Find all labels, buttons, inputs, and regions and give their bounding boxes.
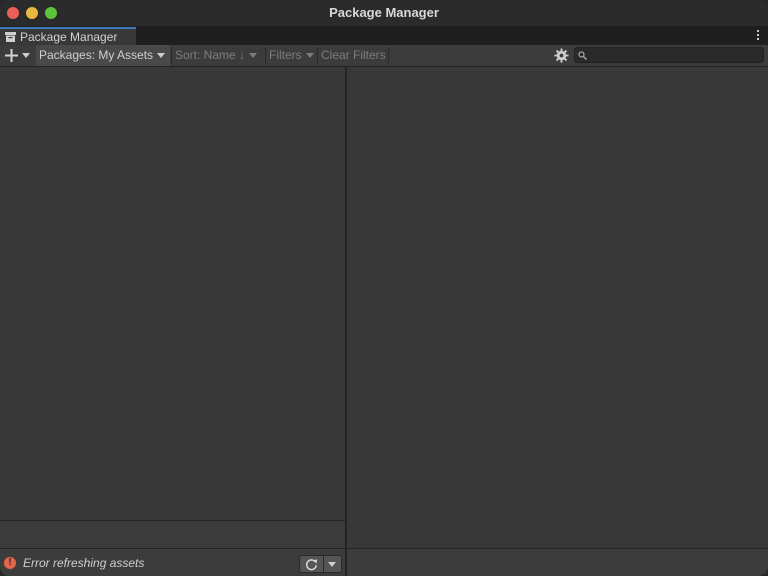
tab-label: Package Manager [20, 30, 118, 44]
filters-label: Filters [269, 48, 302, 62]
sort-label: Sort: Name ↓ [175, 48, 246, 62]
sort-dropdown[interactable]: Sort: Name ↓ [172, 45, 264, 66]
add-package-button[interactable] [3, 45, 35, 66]
packages-scope-label: Packages: My Assets [39, 48, 154, 62]
tab-package-manager[interactable]: Package Manager [0, 27, 136, 45]
chevron-down-icon [328, 562, 336, 567]
chevron-down-icon [22, 53, 30, 58]
refresh-button[interactable] [299, 555, 324, 573]
chevron-down-icon [249, 53, 258, 58]
package-manager-window: Package Manager Package Manager Packages… [0, 0, 768, 576]
packages-scope-dropdown[interactable]: Packages: My Assets [36, 45, 170, 66]
window-title: Package Manager [329, 5, 439, 20]
search-field[interactable] [574, 47, 764, 63]
status-bar: ! Error refreshing assets [0, 548, 345, 576]
title-bar: Package Manager [0, 0, 768, 27]
package-list-panel [0, 67, 345, 520]
package-icon [5, 32, 16, 42]
clear-filters-button[interactable]: Clear Filters [318, 45, 388, 66]
tab-strip: Package Manager [0, 27, 768, 45]
filters-dropdown[interactable]: Filters [266, 45, 316, 66]
gear-icon[interactable] [554, 48, 569, 63]
package-details-panel [347, 67, 768, 549]
refresh-options-dropdown[interactable] [324, 555, 342, 573]
more-options-icon[interactable] [756, 30, 760, 42]
status-message: Error refreshing assets [23, 556, 145, 570]
refresh-icon [305, 559, 318, 571]
toolbar-divider [388, 47, 389, 64]
clear-filters-label: Clear Filters [321, 48, 386, 62]
details-footer [347, 548, 768, 576]
error-icon: ! [4, 557, 16, 569]
chevron-down-icon [305, 53, 314, 58]
package-list-footer [0, 521, 345, 548]
search-input[interactable] [589, 48, 749, 62]
plus-icon [5, 49, 18, 62]
search-icon [578, 51, 587, 60]
toolbar: Packages: My Assets Sort: Name ↓ Filters… [0, 45, 768, 67]
chevron-down-icon [157, 53, 166, 58]
